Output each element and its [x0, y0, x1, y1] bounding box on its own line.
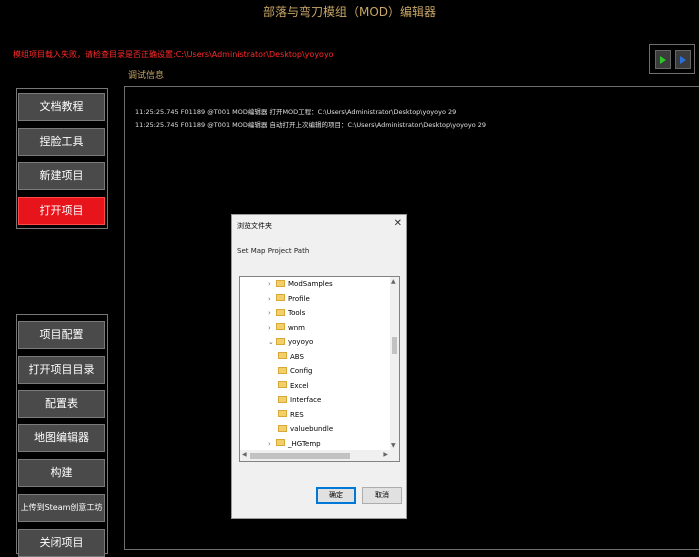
folder-icon: [276, 337, 285, 345]
open-project-dir-button[interactable]: 打开项目目录: [18, 356, 105, 384]
folder-icon: [278, 352, 287, 359]
docs-tutorial-button[interactable]: 文档教程: [18, 93, 105, 121]
load-error-message: 模组项目载入失败，请检查目录是否正确设置:C:\Users\Administra…: [13, 50, 334, 59]
log-line: 11:25:25.745 F01189 @T001 MOD编辑器 自动打开上次编…: [135, 121, 487, 129]
dialog-description: Set Map Project Path: [237, 247, 310, 255]
vertical-scrollbar[interactable]: ▲ ▼: [390, 277, 399, 451]
scroll-thumb[interactable]: [250, 453, 350, 459]
ok-button[interactable]: 确定: [316, 487, 356, 504]
scroll-right-icon[interactable]: ▶: [383, 451, 388, 458]
tree-item[interactable]: › Profile: [268, 293, 310, 306]
chevron-icon[interactable]: ›: [268, 322, 276, 335]
tree-item-label: ABS: [290, 352, 304, 361]
nav-controls: [649, 44, 695, 74]
tree-item-label: yoyoyo: [288, 338, 314, 346]
tree-item[interactable]: Config: [278, 365, 312, 378]
folder-icon: [276, 439, 285, 446]
tree-item-label: RES: [290, 410, 304, 419]
face-tool-button[interactable]: 捏脸工具: [18, 128, 105, 156]
chevron-icon[interactable]: ›: [268, 307, 276, 320]
chevron-icon[interactable]: ›: [268, 278, 276, 291]
chevron-icon[interactable]: ›: [268, 438, 276, 451]
folder-icon: [278, 410, 287, 417]
log-line: 11:25:25.745 F01189 @T001 MOD编辑器 打开MOD工程…: [135, 108, 457, 116]
folder-icon: [278, 381, 287, 388]
dialog-title: 浏览文件夹: [237, 222, 272, 230]
debug-log-panel: 11:25:25.745 F01189 @T001 MOD编辑器 打开MOD工程…: [124, 86, 699, 550]
tree-item[interactable]: Excel: [278, 380, 309, 393]
folder-icon: [276, 294, 285, 301]
tree-item-label: wnm: [288, 323, 305, 332]
new-project-button[interactable]: 新建项目: [18, 162, 105, 190]
browse-folder-dialog: 浏览文件夹 ✕ Set Map Project Path › ModSamples…: [231, 214, 407, 519]
debug-info-label: 调试信息: [128, 71, 165, 81]
play-icon: [660, 56, 666, 64]
tree-item-label: Interface: [290, 396, 322, 404]
tree-item[interactable]: › _HGTemp: [268, 438, 321, 451]
upload-steam-workshop-button[interactable]: 上传到Steam创意工坊: [18, 494, 105, 522]
scroll-up-icon[interactable]: ▲: [391, 278, 396, 285]
folder-icon: [276, 323, 285, 330]
close-icon[interactable]: ✕: [394, 218, 402, 229]
tree-item[interactable]: valuebundle: [278, 423, 333, 436]
chevron-icon[interactable]: ⌄: [268, 336, 276, 349]
folder-icon: [276, 308, 285, 316]
folder-icon: [278, 424, 287, 432]
play-green-button[interactable]: [655, 50, 671, 69]
tree-item[interactable]: RES: [278, 409, 304, 422]
scroll-thumb[interactable]: [392, 337, 397, 354]
open-project-button[interactable]: 打开项目: [18, 197, 105, 225]
tree-item[interactable]: Interface: [278, 394, 321, 407]
tree-item-label: ModSamples: [288, 280, 333, 288]
close-project-button[interactable]: 关闭项目: [18, 529, 105, 557]
folder-icon: [276, 279, 285, 287]
tree-item-label: Profile: [288, 294, 310, 303]
build-button[interactable]: 构建: [18, 459, 105, 487]
tree-item[interactable]: ⌄ yoyoyo: [268, 336, 313, 349]
play-blue-button[interactable]: [675, 50, 691, 69]
tree-item[interactable]: › Tools: [268, 307, 305, 320]
tree-item-label: valuebundle: [290, 425, 334, 433]
play-icon: [680, 56, 686, 64]
config-table-button[interactable]: 配置表: [18, 390, 105, 418]
folder-icon: [278, 395, 287, 403]
scroll-left-icon[interactable]: ◀: [242, 451, 247, 458]
tree-item-label: Excel: [290, 381, 309, 390]
horizontal-scrollbar[interactable]: ◀ ▶: [240, 450, 399, 461]
chevron-icon[interactable]: ›: [268, 293, 276, 306]
folder-icon: [278, 366, 287, 374]
tree-item[interactable]: › ModSamples: [268, 278, 333, 291]
tree-item-label: Tools: [288, 309, 306, 317]
tree-item[interactable]: › wnm: [268, 322, 305, 335]
project-config-button[interactable]: 项目配置: [18, 321, 105, 349]
tree-item-label: _HGTemp: [288, 439, 321, 448]
cancel-button[interactable]: 取消: [362, 487, 402, 504]
tree-item-label: Config: [290, 367, 313, 375]
tree-item[interactable]: ABS: [278, 351, 304, 364]
scroll-down-icon[interactable]: ▼: [391, 442, 396, 449]
folder-tree[interactable]: › ModSamples › Profile › Tools › wnm ⌄ yoyoyo ABS C…: [239, 276, 400, 462]
app-title: 部落与弯刀模组（MOD）编辑器: [262, 5, 437, 19]
map-editor-button[interactable]: 地图编辑器: [18, 424, 105, 452]
